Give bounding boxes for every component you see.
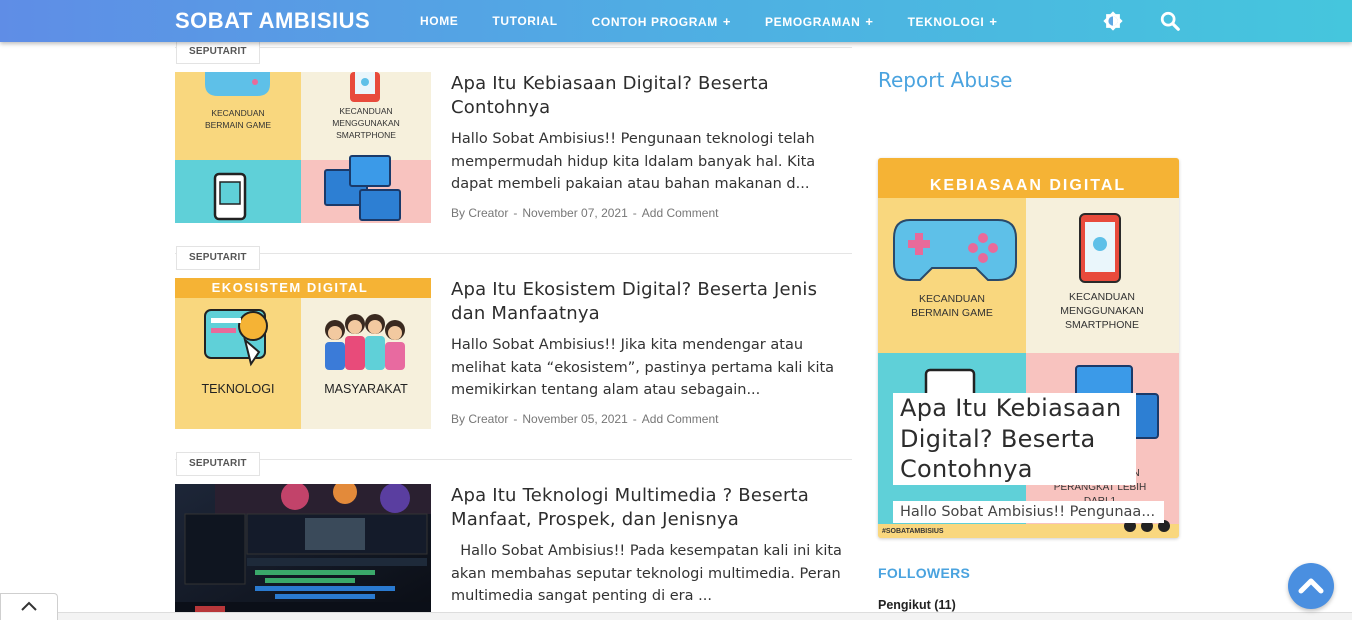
post-meta: By Creator - November 07, 2021- Add Comment: [451, 206, 719, 220]
svg-text:MASYARAKAT: MASYARAKAT: [324, 382, 408, 396]
svg-text:SMARTPHONE: SMARTPHONE: [1065, 319, 1139, 331]
svg-text:KEBIASAAN DIGITAL: KEBIASAAN DIGITAL: [930, 177, 1126, 194]
svg-text:KECANDUAN: KECANDUAN: [339, 106, 392, 116]
svg-text:KECANDUAN: KECANDUAN: [211, 108, 264, 118]
post-excerpt: Hallo Sobat Ambisius!! Pengunaan teknolo…: [451, 131, 816, 192]
post-meta: By Creator - November 05, 2021- Add Comment: [451, 412, 719, 426]
svg-text:EKOSISTEM DIGITAL: EKOSISTEM DIGITAL: [212, 280, 369, 295]
expand-plus-icon: +: [722, 13, 732, 29]
nav-item-contoh-program[interactable]: CONTOH PROGRAM +: [592, 14, 731, 29]
top-navigation-bar: SOBAT AMBISIUS HOME TUTORIAL CONTOH PROG…: [0, 0, 1352, 42]
category-tag[interactable]: SEPUTARIT: [176, 452, 260, 476]
scroll-to-top-button[interactable]: [1288, 563, 1334, 609]
followers-count: Pengikut (11): [878, 598, 956, 612]
post-title-link[interactable]: Apa Itu Ekosistem Digital? Beserta Jenis…: [451, 278, 856, 326]
post-title-link[interactable]: Apa Itu Kebiasaan Digital? Beserta Conto…: [451, 72, 856, 120]
followers-heading: FOLLOWERS: [878, 565, 971, 581]
svg-text:KECANDUAN: KECANDUAN: [919, 293, 985, 305]
add-comment-link[interactable]: Add Comment: [642, 412, 719, 426]
svg-text:#SOBATAMBISIUS: #SOBATAMBISIUS: [882, 528, 944, 535]
post-thumbnail[interactable]: EKOSISTEM DIGITAL TEKNOLOGI MASYARAKAT: [175, 278, 431, 429]
post-title-link[interactable]: Apa Itu Teknologi Multimedia ? Beserta M…: [451, 484, 856, 532]
nav-item-tutorial[interactable]: TUTORIAL: [492, 14, 557, 28]
bottom-bar: [0, 612, 1352, 620]
search-icon[interactable]: [1159, 10, 1181, 32]
svg-text:MENGGUNAKAN: MENGGUNAKAN: [1060, 305, 1143, 317]
svg-text:MENGGUNAKAN: MENGGUNAKAN: [332, 118, 400, 128]
svg-text:SMARTPHONE: SMARTPHONE: [336, 130, 396, 140]
svg-text:BERMAIN GAME: BERMAIN GAME: [205, 120, 271, 130]
post-thumbnail[interactable]: KECANDUAN BERMAIN GAME KECANDUAN MENGGUN…: [175, 72, 431, 223]
main-nav: HOME TUTORIAL CONTOH PROGRAM + PEMOGRAMAN…: [420, 0, 1032, 42]
divider: [175, 253, 852, 254]
theme-toggle-icon[interactable]: [1102, 10, 1124, 32]
svg-text:TEKNOLOGI: TEKNOLOGI: [202, 382, 275, 396]
post-excerpt: Hallo Sobat Ambisius!! Jika kita mendeng…: [451, 337, 835, 398]
svg-text:BERMAIN GAME: BERMAIN GAME: [911, 307, 993, 319]
featured-post-excerpt: Hallo Sobat Ambisius!! Pengunaa...: [893, 501, 1164, 523]
divider: [175, 459, 852, 460]
post-date: November 05, 2021: [522, 412, 628, 426]
add-comment-link[interactable]: Add Comment: [642, 206, 719, 220]
svg-text:KECANDUAN: KECANDUAN: [1069, 291, 1135, 303]
post-date: November 07, 2021: [522, 206, 628, 220]
post-author[interactable]: By Creator: [451, 412, 508, 426]
collapse-toggle[interactable]: [0, 593, 58, 620]
site-logo[interactable]: SOBAT AMBISIUS: [175, 8, 370, 34]
nav-item-home[interactable]: HOME: [420, 14, 458, 28]
post-author[interactable]: By Creator: [451, 206, 508, 220]
nav-item-pemograman[interactable]: PEMOGRAMAN +: [765, 14, 874, 29]
category-tag[interactable]: SEPUTARIT: [176, 246, 260, 270]
category-tag[interactable]: SEPUTARIT: [176, 40, 260, 64]
featured-post-title[interactable]: Apa Itu Kebiasaan Digital? Beserta Conto…: [893, 393, 1136, 485]
expand-plus-icon: +: [989, 13, 998, 29]
post-excerpt: Hallo Sobat Ambisius!! Pada kesempatan k…: [451, 543, 847, 604]
chevron-up-icon: [1298, 578, 1324, 594]
chevron-up-icon: [21, 601, 37, 611]
expand-plus-icon: +: [865, 13, 874, 29]
post-thumbnail[interactable]: [175, 484, 431, 620]
nav-item-teknologi[interactable]: TEKNOLOGI +: [908, 14, 998, 29]
divider: [175, 47, 852, 48]
report-abuse-link[interactable]: Report Abuse: [878, 68, 1012, 92]
